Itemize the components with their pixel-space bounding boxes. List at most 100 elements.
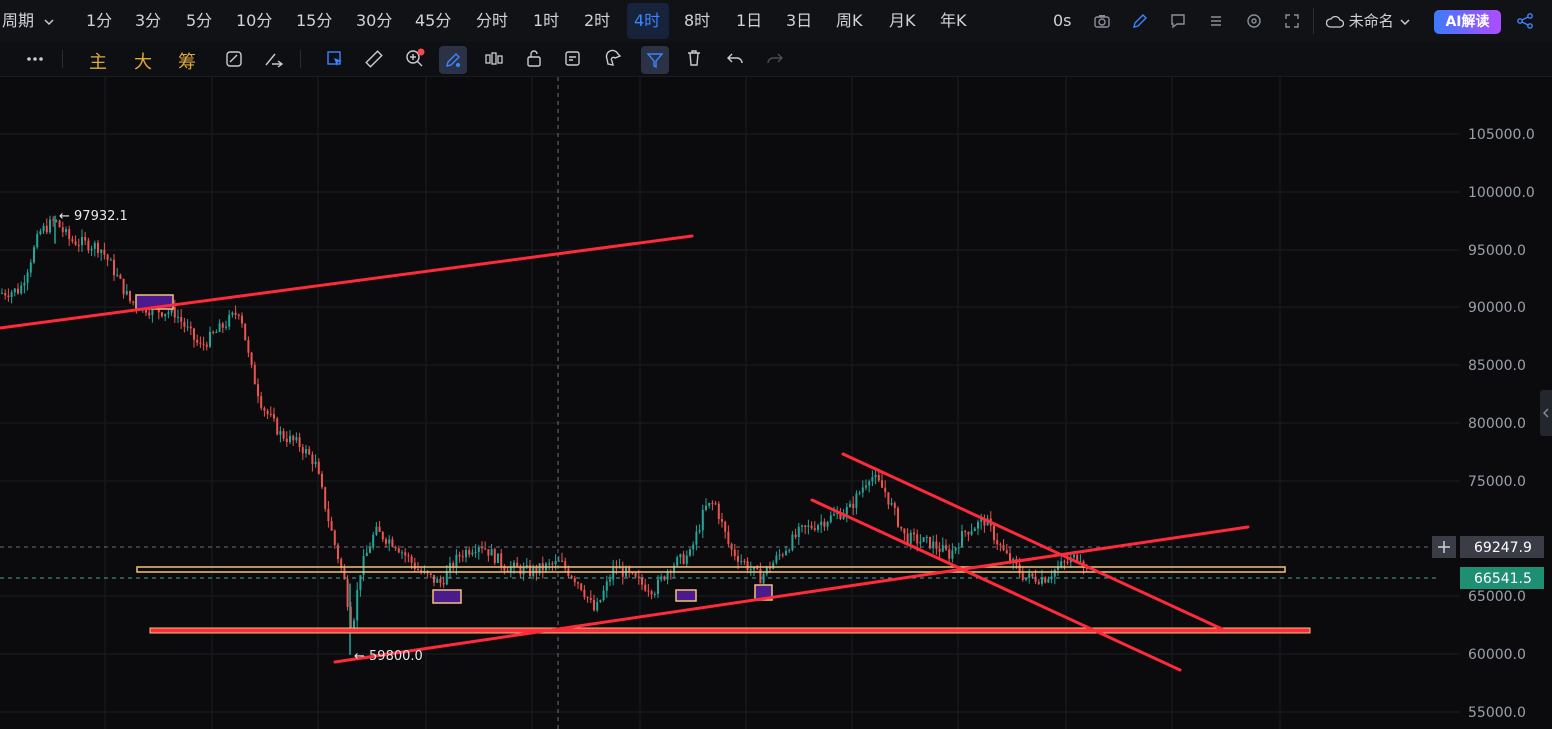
candle-body	[388, 539, 391, 544]
interval-tab[interactable]: 45分	[415, 0, 451, 42]
candle-body	[1031, 573, 1034, 577]
marker-box[interactable]	[675, 589, 697, 602]
candle-body	[132, 301, 135, 303]
period-selector[interactable]: 周期	[2, 0, 55, 42]
candle-body	[695, 531, 698, 545]
interval-tab[interactable]: 2时	[584, 0, 610, 42]
candlestick-chart[interactable]: ← 97932.1 ← 59800.0 105000.0 100000.0 9500…	[0, 77, 1552, 729]
candles-icon[interactable]	[483, 49, 505, 69]
marker-box[interactable]	[432, 589, 462, 604]
pencil-icon[interactable]	[1131, 12, 1149, 30]
candle-body	[746, 561, 749, 570]
candle-body	[113, 259, 115, 276]
list-icon[interactable]	[1207, 12, 1225, 30]
interval-tab[interactable]: 分时	[476, 0, 508, 42]
interval-tab[interactable]: 1日	[736, 0, 762, 42]
candle-body	[471, 552, 474, 555]
candle-body	[474, 551, 477, 553]
candle-body	[897, 508, 899, 527]
interval-tab[interactable]: 年K	[940, 0, 967, 42]
compare-icon[interactable]	[263, 49, 285, 69]
candle-body	[823, 521, 826, 527]
magnet-icon[interactable]	[603, 49, 623, 69]
interval-tab[interactable]: 5分	[186, 0, 212, 42]
candle-body	[887, 492, 890, 505]
camera-icon[interactable]	[1093, 12, 1111, 30]
ruler-icon[interactable]	[364, 49, 384, 69]
main-indicator-button[interactable]: 主	[89, 48, 107, 74]
candle-body	[205, 344, 208, 347]
candle-body	[71, 239, 74, 242]
filter-button[interactable]	[641, 46, 669, 74]
candle-body	[861, 487, 864, 493]
ai-analyze-button[interactable]: AI解读	[1434, 10, 1501, 34]
big-order-button[interactable]: 大	[134, 48, 152, 74]
support-zone-upper[interactable]	[136, 566, 1286, 573]
interval-tab[interactable]: 月K	[889, 0, 916, 42]
support-zone-lower[interactable]	[149, 627, 1311, 634]
comment-icon[interactable]	[1169, 12, 1187, 30]
undo-icon[interactable]	[725, 49, 745, 69]
candle-body	[951, 550, 954, 559]
candle-body	[999, 544, 1002, 546]
gear-icon[interactable]	[1245, 12, 1263, 30]
candle-body	[522, 567, 525, 575]
interval-tab[interactable]: 3分	[135, 0, 161, 42]
candle-body	[308, 449, 311, 455]
fullscreen-icon[interactable]	[1283, 12, 1301, 30]
candle-body	[1073, 554, 1075, 558]
candle-body	[42, 225, 45, 232]
zoom-icon[interactable]	[404, 47, 426, 69]
interval-tab[interactable]: 10分	[236, 0, 272, 42]
candle-body	[234, 312, 237, 315]
edit-list-icon[interactable]	[563, 49, 583, 69]
candle-body	[125, 290, 128, 295]
redo-icon[interactable]	[765, 49, 785, 69]
candle-body	[717, 503, 720, 520]
candle-body	[148, 312, 151, 316]
divider	[62, 50, 63, 68]
candle-body	[877, 474, 880, 481]
candle-body	[801, 525, 803, 527]
candle-body	[109, 259, 112, 261]
candle-body	[487, 549, 490, 556]
candle-body	[660, 576, 663, 580]
lock-icon[interactable]	[524, 48, 544, 68]
interval-tab[interactable]: 30分	[356, 0, 392, 42]
candle-body	[445, 571, 448, 585]
candle-body	[49, 219, 51, 233]
interval-tab[interactable]: 4时	[634, 0, 660, 42]
candle-body	[289, 435, 291, 442]
interval-tab[interactable]: 8时	[684, 0, 710, 42]
candle-body	[561, 560, 563, 562]
interval-tab[interactable]: 1时	[533, 0, 559, 42]
layout-selector[interactable]: 未命名	[1325, 0, 1411, 42]
interval-tab[interactable]: 3日	[786, 0, 812, 42]
cursor-select-icon[interactable]	[325, 49, 345, 69]
interval-tab[interactable]: 15分	[296, 0, 332, 42]
candle-body	[202, 343, 205, 345]
candle-body	[39, 231, 42, 235]
candle-body	[417, 569, 419, 571]
candle-body	[733, 549, 736, 557]
panel-collapse-handle[interactable]	[1540, 390, 1552, 436]
price-axis-label: 60000.0	[1468, 647, 1526, 663]
interval-tab[interactable]: 1分	[86, 0, 112, 42]
candle-body	[548, 563, 551, 565]
share-icon[interactable]	[1516, 12, 1534, 30]
candle-body	[881, 480, 883, 488]
candle-body	[740, 560, 743, 562]
candle-body	[74, 241, 77, 245]
candle-body	[273, 414, 275, 419]
more-icon[interactable]	[26, 54, 44, 64]
candle-body	[785, 550, 787, 555]
interval-tab[interactable]: 周K	[836, 0, 863, 42]
chip-distribution-button[interactable]: 筹	[178, 48, 196, 74]
candle-body	[413, 562, 416, 570]
trash-icon[interactable]	[684, 48, 704, 68]
draw-mode-button[interactable]	[439, 46, 467, 74]
candle-body	[973, 528, 976, 532]
candle-body	[161, 312, 163, 317]
candle-body	[177, 316, 179, 318]
template-icon[interactable]	[224, 49, 244, 69]
